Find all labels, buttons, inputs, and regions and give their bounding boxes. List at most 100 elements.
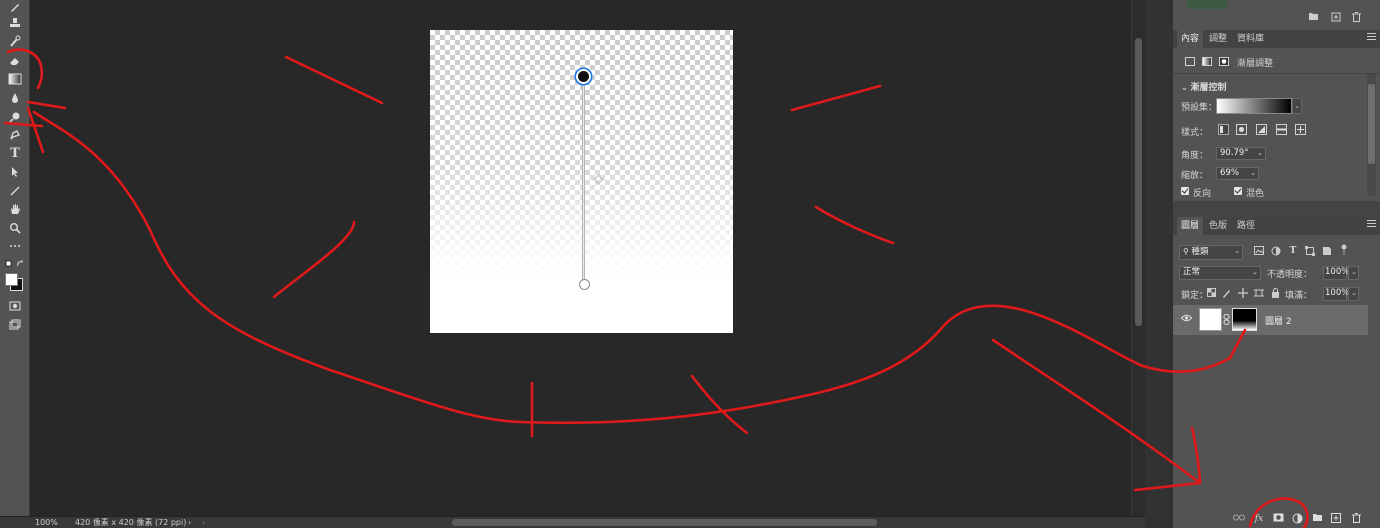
- lock-pixels-icon[interactable]: [1221, 288, 1233, 300]
- lock-all-icon[interactable]: [1269, 288, 1281, 300]
- preset-dropdown-arrow[interactable]: ⌄: [1292, 98, 1302, 114]
- canvas-area[interactable]: [31, 0, 1131, 516]
- horizontal-scrollbar-thumb[interactable]: [452, 519, 877, 526]
- lock-artboard-icon[interactable]: [1253, 288, 1265, 300]
- lock-position-icon[interactable]: [1237, 288, 1249, 300]
- reflected-style-icon[interactable]: [1276, 124, 1287, 135]
- link-icon[interactable]: [1233, 513, 1245, 525]
- layer-name[interactable]: 圖層 2: [1265, 314, 1292, 327]
- layer-mask-thumbnail[interactable]: [1232, 308, 1257, 331]
- type-icon[interactable]: T: [4, 146, 26, 162]
- lock-transparent-icon[interactable]: [1205, 288, 1217, 300]
- scrollbar-thumb[interactable]: [1135, 38, 1142, 326]
- fill-field[interactable]: 100%: [1323, 287, 1349, 301]
- new-item-icon[interactable]: [1330, 12, 1342, 24]
- panel-menu-icon[interactable]: [1367, 220, 1376, 227]
- reverse-checkbox[interactable]: [1181, 187, 1189, 195]
- gradient-preset-swatch[interactable]: [1216, 98, 1292, 114]
- lock-label: 鎖定：: [1181, 291, 1209, 301]
- filter-smart-object-icon[interactable]: [1321, 246, 1333, 258]
- foreground-color-swatch[interactable]: [5, 273, 18, 286]
- blur-drop-icon[interactable]: [4, 91, 26, 107]
- angle-value: 90.79°: [1220, 148, 1249, 158]
- eye-icon[interactable]: [1180, 314, 1192, 326]
- fx-icon[interactable]: fx: [1253, 513, 1265, 525]
- brush-icon[interactable]: [4, 0, 26, 16]
- dodge-icon[interactable]: [4, 110, 26, 126]
- layers-footer: fx: [1173, 510, 1380, 528]
- trash-icon[interactable]: [1350, 12, 1362, 24]
- tab-properties[interactable]: 內容: [1177, 30, 1204, 48]
- layer-filter-select[interactable]: ⚲ 種類 ⌄: [1179, 245, 1243, 260]
- filter-pixel-icon[interactable]: [1253, 246, 1265, 258]
- angle-style-icon[interactable]: [1256, 124, 1267, 135]
- tools-panel: T: [0, 0, 30, 516]
- path-select-icon[interactable]: [4, 165, 26, 181]
- mask-icon[interactable]: [1272, 513, 1284, 525]
- layers-tabbar: 圖層 色版 路徑: [1173, 217, 1380, 235]
- section-title[interactable]: ⌄ 漸層控制: [1181, 80, 1227, 93]
- tab-channels[interactable]: 色版: [1205, 217, 1231, 235]
- screen-mode-icon[interactable]: [4, 318, 26, 334]
- style-label: 樣式：: [1181, 128, 1209, 138]
- layer-thumbnail[interactable]: [1199, 308, 1222, 331]
- zoom-icon[interactable]: [4, 221, 26, 237]
- line-icon[interactable]: [4, 184, 26, 200]
- photoshop-window: T 100% 420 像素 x 420 像素 (72 ppi) › ‹ 內容 調…: [0, 0, 1380, 528]
- layer-row[interactable]: 圖層 2: [1173, 305, 1368, 335]
- chevron-down-icon[interactable]: ⌄: [1351, 267, 1357, 278]
- scale-field[interactable]: 69% ⌄: [1216, 167, 1259, 180]
- diamond-style-icon[interactable]: [1295, 124, 1306, 135]
- color-swap-icon[interactable]: [4, 258, 26, 268]
- gradient-line[interactable]: [582, 77, 585, 285]
- adjustment-icon[interactable]: [1291, 513, 1303, 525]
- chain-link-icon[interactable]: [1222, 314, 1231, 326]
- history-brush-icon[interactable]: [4, 34, 26, 50]
- quick-mask-icon[interactable]: [4, 299, 26, 315]
- chevron-down-icon[interactable]: ⌄: [1234, 246, 1240, 257]
- folder-icon[interactable]: [1307, 12, 1319, 24]
- more-icon[interactable]: [4, 239, 26, 255]
- opacity-dropdown[interactable]: ⌄: [1348, 266, 1359, 280]
- chevron-down-icon[interactable]: ⌄: [1252, 267, 1258, 278]
- dither-checkbox[interactable]: [1234, 187, 1242, 195]
- new-layer-icon[interactable]: [1330, 513, 1342, 525]
- chevron-down-icon[interactable]: ⌄: [1250, 168, 1256, 179]
- linear-style-icon[interactable]: [1218, 124, 1229, 135]
- gradient-icon[interactable]: [4, 72, 26, 88]
- group-icon[interactable]: [1311, 513, 1323, 525]
- scrollbar-thumb[interactable]: [1368, 84, 1375, 164]
- chevron-down-icon[interactable]: ⌄: [1351, 288, 1357, 299]
- pen-icon[interactable]: [4, 128, 26, 144]
- tab-layers[interactable]: 圖層: [1177, 217, 1204, 235]
- document-canvas[interactable]: [430, 30, 733, 333]
- trash-icon[interactable]: [1350, 513, 1362, 525]
- filter-type-icon[interactable]: T: [1287, 245, 1299, 257]
- gradient-end-handle[interactable]: [579, 279, 590, 290]
- fill-dropdown[interactable]: ⌄: [1348, 287, 1359, 301]
- gradient-start-handle[interactable]: [576, 69, 591, 84]
- panel-menu-icon[interactable]: [1367, 33, 1376, 40]
- angle-field[interactable]: 90.79° ⌄: [1216, 147, 1266, 160]
- blend-mode-select[interactable]: 正常 ⌄: [1179, 266, 1261, 280]
- blend-mode-value: 正常: [1183, 267, 1201, 277]
- zoom-level[interactable]: 100%: [35, 517, 58, 528]
- tab-paths[interactable]: 路徑: [1233, 217, 1259, 235]
- hand-icon[interactable]: [4, 202, 26, 218]
- scroll-left-arrow[interactable]: ‹: [202, 517, 205, 528]
- tab-adjustments[interactable]: 調整: [1205, 30, 1231, 48]
- filter-toggle-icon[interactable]: [1338, 244, 1350, 256]
- filter-shape-icon[interactable]: [1304, 246, 1316, 258]
- filter-adjustment-icon[interactable]: [1270, 246, 1282, 258]
- opacity-value: 100%: [1325, 267, 1350, 277]
- chevron-down-icon[interactable]: ⌄: [1257, 148, 1263, 159]
- tab-libraries[interactable]: 資料庫: [1233, 30, 1268, 48]
- radial-style-icon[interactable]: [1236, 124, 1247, 135]
- opacity-field[interactable]: 100%: [1323, 266, 1350, 280]
- stamp-icon[interactable]: [4, 16, 26, 32]
- eraser-icon[interactable]: [4, 54, 26, 70]
- status-menu-arrow[interactable]: ›: [188, 517, 191, 528]
- canvas-vertical-scrollbar[interactable]: [1131, 0, 1145, 516]
- chevron-down-icon[interactable]: ⌄: [1181, 83, 1191, 92]
- properties-scrollbar[interactable]: [1367, 74, 1376, 196]
